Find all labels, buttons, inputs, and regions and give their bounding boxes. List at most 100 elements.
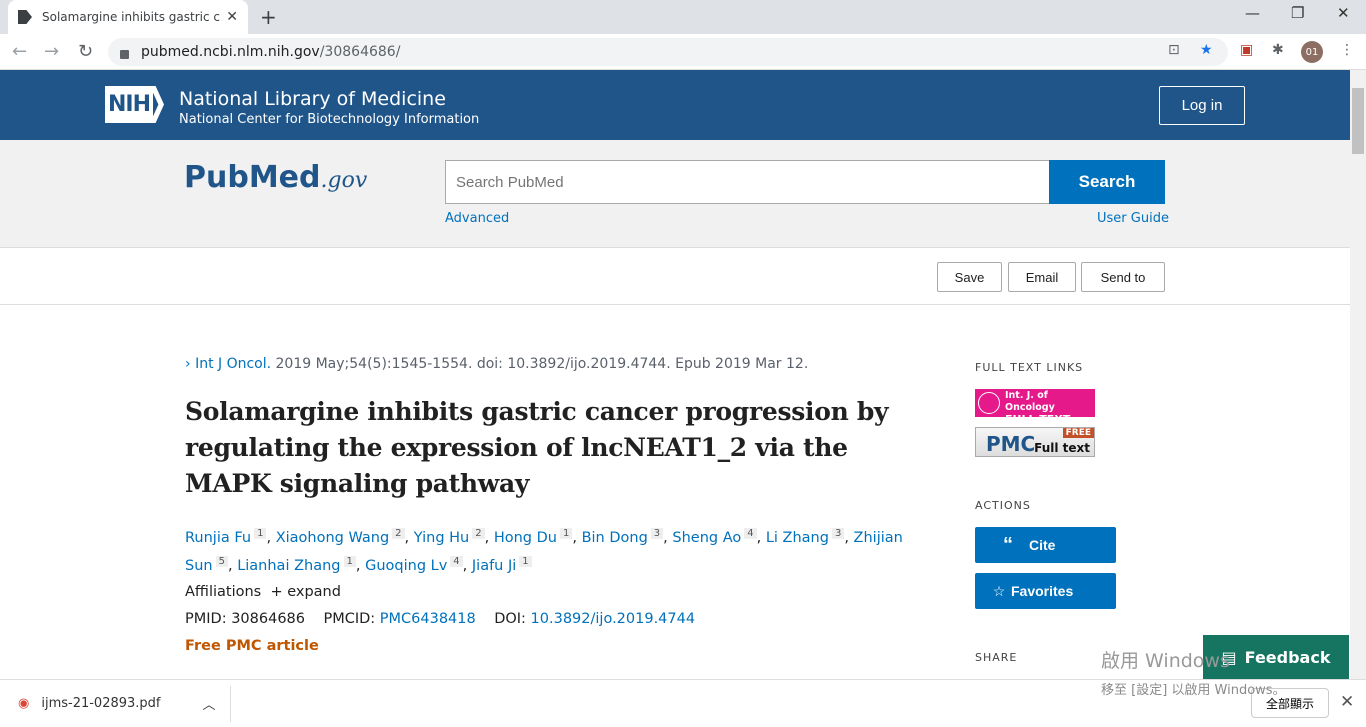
org-subtitle: National Center for Biotechnology Inform… xyxy=(179,112,480,127)
expand-label: expand xyxy=(287,584,341,600)
author-link[interactable]: Lianhai Zhang xyxy=(237,558,340,574)
affiliation-number[interactable]: 1 xyxy=(559,528,573,539)
affiliations: Affiliations + expand xyxy=(185,584,341,600)
login-button[interactable]: Log in xyxy=(1159,86,1245,125)
affiliation-number[interactable]: 1 xyxy=(343,555,356,567)
favorites-button[interactable]: ☆ Favorites xyxy=(975,573,1116,609)
citation: › Int J Oncol. 2019 May;54(5):1545-1554.… xyxy=(185,356,808,372)
doi-link[interactable]: 10.3892/ijo.2019.4744 xyxy=(531,611,696,627)
show-all-downloads-button[interactable]: 全部顯示 xyxy=(1251,688,1329,718)
author-list: Runjia Fu 1, Xiaohong Wang 2, Ying Hu 2, Ho… xyxy=(185,528,903,574)
affiliation-number[interactable]: 2 xyxy=(392,528,405,539)
pmid: 30864686 xyxy=(231,611,306,627)
plus-icon: + xyxy=(270,584,283,600)
new-tab-button[interactable]: + xyxy=(260,5,277,29)
free-pmc-article-badge: Free PMC article xyxy=(185,638,319,654)
nih-logo[interactable]: NIH xyxy=(105,86,153,123)
pubmed-favicon-icon xyxy=(18,10,32,24)
affiliation-number[interactable]: 2 xyxy=(472,528,485,539)
translate-icon[interactable]: ⊡ xyxy=(1168,42,1180,58)
author-link[interactable]: Xiaohong Wang xyxy=(276,530,389,546)
pmcid-link[interactable]: PMC6438418 xyxy=(380,611,476,627)
cite-button[interactable]: “ Cite xyxy=(975,527,1116,563)
author-link[interactable]: Hong Du xyxy=(494,530,557,546)
minimize-button[interactable]: — xyxy=(1245,4,1260,22)
author-link[interactable]: Sheng Ao xyxy=(672,530,741,546)
share-heading: SHARE xyxy=(975,651,1018,664)
pmc-full-text-link[interactable]: PMC FREE Full text xyxy=(975,427,1095,457)
affiliation-number[interactable]: 4 xyxy=(744,528,757,539)
scrollbar[interactable] xyxy=(1350,70,1366,679)
maximize-button[interactable]: ❐ xyxy=(1291,4,1304,22)
author-link[interactable]: Li Zhang xyxy=(766,530,829,546)
address-bar[interactable]: pubmed.ncbi.nlm.nih.gov/30864686/ xyxy=(108,38,1228,66)
tab-title: Solamargine inhibits gastric cancer prog… xyxy=(42,10,220,24)
chevron-up-icon[interactable]: ︿ xyxy=(203,694,216,713)
download-filename: ijms-21-02893.pdf xyxy=(41,696,161,711)
search-button[interactable]: Search xyxy=(1049,160,1165,204)
star-icon: ☆ xyxy=(992,582,1006,599)
affiliation-number[interactable]: 4 xyxy=(450,555,463,567)
logo-pub: Pub xyxy=(184,160,249,195)
url-path: /30864686/ xyxy=(319,44,401,60)
author-link[interactable]: Runjia Fu xyxy=(185,530,251,546)
ijo-full-text-pdf-link[interactable]: Int. J. of OncologyFULL TEXT PDF xyxy=(975,389,1095,438)
doi-label: DOI: xyxy=(494,611,526,627)
affiliation-number[interactable]: 5 xyxy=(215,555,228,567)
author-link[interactable]: Ying Hu xyxy=(414,530,469,546)
feedback-button[interactable]: ▤ Feedback xyxy=(1203,635,1349,679)
affiliation-number[interactable]: 3 xyxy=(650,528,664,539)
send-to-button[interactable]: Send to xyxy=(1081,262,1165,292)
forward-icon[interactable]: → xyxy=(44,41,59,62)
email-button[interactable]: Email xyxy=(1008,262,1076,292)
close-download-bar-icon[interactable]: ✕ xyxy=(1340,692,1354,712)
affiliation-number[interactable]: 3 xyxy=(831,528,845,539)
affiliation-number[interactable]: 1 xyxy=(519,555,532,567)
full-text-links-heading: FULL TEXT LINKS xyxy=(975,361,1084,374)
reload-icon[interactable]: ↻ xyxy=(78,41,93,62)
user-guide-link[interactable]: User Guide xyxy=(1097,211,1169,226)
author-link[interactable]: Bin Dong xyxy=(582,530,648,546)
pmc-logo: PMC xyxy=(986,432,1036,456)
affiliation-number[interactable]: 1 xyxy=(254,528,267,539)
lock-icon xyxy=(120,49,129,59)
save-button[interactable]: Save xyxy=(937,262,1002,292)
profile-avatar[interactable]: 01 xyxy=(1301,41,1323,63)
extensions-icon[interactable]: ✱ xyxy=(1272,42,1284,58)
cite-label: Cite xyxy=(1029,537,1056,553)
scrollbar-thumb[interactable] xyxy=(1352,88,1364,154)
pdf-extension-icon[interactable]: ▣ xyxy=(1240,42,1253,58)
author-link[interactable]: Guoqing Lv xyxy=(365,558,447,574)
feedback-label: Feedback xyxy=(1244,647,1331,667)
pmc-free-label: FREE xyxy=(1062,428,1094,438)
bookmark-star-icon[interactable]: ★ xyxy=(1200,42,1213,58)
pubmed-logo[interactable]: PubMed.gov xyxy=(184,160,367,195)
ijo-line1: Int. J. of Oncology xyxy=(1005,390,1055,413)
chat-icon: ▤ xyxy=(1221,647,1237,667)
journal-link[interactable]: Int J Oncol. xyxy=(195,356,271,372)
author-link[interactable]: Jiafu Ji xyxy=(472,558,516,574)
spandidos-logo-icon xyxy=(978,392,1000,414)
chevron-right-icon[interactable]: › xyxy=(185,356,195,372)
actions-heading: ACTIONS xyxy=(975,499,1031,512)
expand-affiliations-button[interactable]: + expand xyxy=(270,584,341,600)
search-input[interactable] xyxy=(445,160,1050,204)
back-icon[interactable]: ← xyxy=(12,41,27,62)
divider xyxy=(230,686,231,722)
download-item[interactable]: ◉ ijms-21-02893.pdf ︿ xyxy=(18,694,216,713)
url-host: pubmed.ncbi.nlm.nih.gov xyxy=(141,44,320,60)
menu-icon[interactable]: ⋮ xyxy=(1340,42,1354,58)
close-tab-icon[interactable]: ✕ xyxy=(226,9,238,25)
citation-details: 2019 May;54(5):1545-1554. doi: 10.3892/i… xyxy=(271,356,809,372)
quote-icon: “ xyxy=(1003,533,1013,556)
close-window-button[interactable]: ✕ xyxy=(1337,4,1350,22)
logo-med: Med xyxy=(248,160,321,195)
chrome-icon: ◉ xyxy=(18,696,30,711)
logo-gov: .gov xyxy=(320,168,368,193)
pmcid-label: PMCID: xyxy=(323,611,376,627)
pmid-label: PMID: xyxy=(185,611,227,627)
pmc-full-text-label: Full text xyxy=(1034,441,1090,455)
org-title[interactable]: National Library of Medicine xyxy=(179,88,446,110)
advanced-search-link[interactable]: Advanced xyxy=(445,211,509,226)
browser-tab[interactable]: Solamargine inhibits gastric cancer prog… xyxy=(8,0,248,34)
